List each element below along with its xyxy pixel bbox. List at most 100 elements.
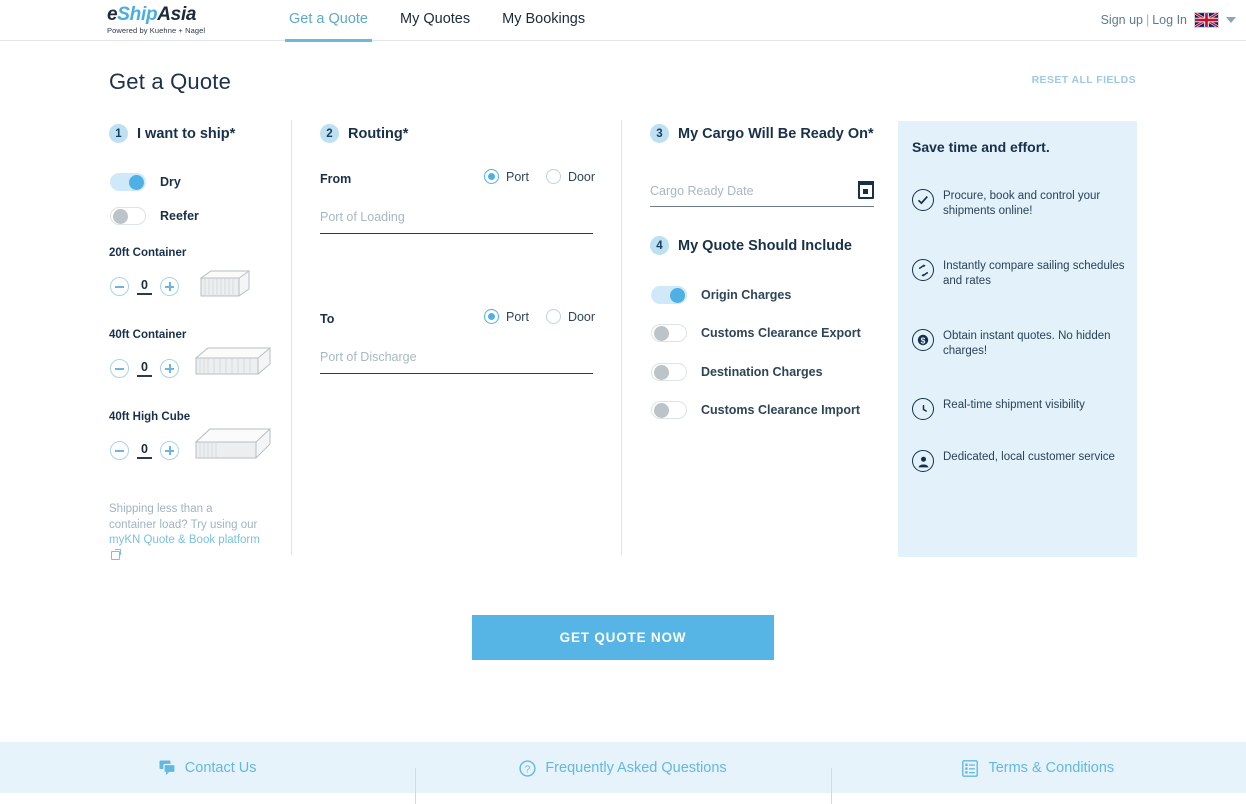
to-door-label: Door (567, 309, 596, 324)
brand-logo[interactable]: eShipAsia Powered by Kuehne + Nagel (107, 5, 227, 36)
toggle-customs-clearance-import[interactable] (651, 401, 687, 419)
container-40ft-hc-value[interactable]: 0 (137, 442, 152, 459)
toggle-destination-charges-row[interactable]: Destination Charges (651, 363, 823, 381)
container-40ft-hc-image (194, 424, 272, 470)
column-divider-2 (621, 120, 622, 555)
footer-links: Contact Us ? Frequently Asked Questions … (0, 742, 1246, 804)
plus-icon[interactable] (159, 277, 179, 296)
account-area: Sign up | Log In (1101, 12, 1236, 28)
toggle-origin-charges-row[interactable]: Origin Charges (651, 286, 791, 304)
port-of-loading-placeholder: Port of Loading (320, 210, 405, 224)
compare-arrows-icon (912, 259, 934, 281)
benefit-text: Dedicated, local customer service (943, 451, 1115, 463)
toggle-customs-clearance-export[interactable] (651, 324, 687, 342)
mykn-platform-link[interactable]: myKN Quote & Book platform (109, 534, 260, 546)
benefit-item-visibility: Real-time shipment visibility (912, 398, 1127, 420)
section-3-header: 3 My Cargo Will Be Ready On* (650, 124, 874, 143)
sign-up-link[interactable]: Sign up (1101, 13, 1143, 27)
reset-all-fields-link[interactable]: RESET ALL FIELDS (1032, 74, 1136, 86)
toggle-dry-row[interactable]: Dry (110, 173, 181, 191)
footer-link-label: Terms & Conditions (988, 759, 1115, 776)
radio-dot (545, 309, 561, 324)
logo-wordmark: eShipAsia (107, 5, 227, 25)
container-40ft-hc-counter[interactable]: 0 (110, 441, 179, 460)
toggle-knob (113, 209, 128, 224)
toggle-knob (654, 403, 669, 418)
benefit-text: Obtain instant quotes. No hidden charges… (943, 330, 1111, 357)
port-of-loading-field[interactable]: Port of Loading (320, 208, 593, 234)
toggle-knob (670, 288, 685, 303)
to-mode-radio-group: Port Door (484, 309, 595, 324)
toggle-reefer[interactable] (110, 207, 146, 225)
nav-tab-get-a-quote[interactable]: Get a Quote (285, 11, 372, 42)
section-2-title: Routing* (348, 125, 409, 142)
container-20ft-counter[interactable]: 0 (110, 277, 179, 296)
toggle-customs-clearance-import-row[interactable]: Customs Clearance Import (651, 401, 860, 419)
to-door-radio[interactable]: Door (545, 309, 596, 324)
chevron-down-icon[interactable] (1226, 17, 1236, 23)
toggle-origin-charges[interactable] (651, 286, 687, 304)
cargo-ready-date-field[interactable]: Cargo Ready Date (650, 181, 874, 207)
footer-link-terms[interactable]: Terms & Conditions (830, 759, 1246, 804)
radio-dot (545, 169, 561, 184)
nav-tab-my-bookings[interactable]: My Bookings (498, 11, 589, 39)
log-in-link[interactable]: Log In (1152, 13, 1187, 27)
to-port-radio[interactable]: Port (484, 309, 529, 324)
footer-link-contact-us[interactable]: Contact Us (0, 760, 415, 776)
clock-icon (912, 398, 934, 420)
container-type-40ft-label: 40ft Container (109, 329, 187, 341)
from-port-radio[interactable]: Port (484, 169, 529, 184)
from-door-radio[interactable]: Door (545, 169, 596, 184)
benefits-panel: Save time and effort. Procure, book and … (898, 121, 1137, 557)
from-label: From (320, 172, 352, 186)
page-title: Get a Quote (109, 69, 232, 94)
logo-ship: Ship (117, 4, 158, 25)
toggle-knob (654, 365, 669, 380)
section-4-number: 4 (650, 236, 669, 255)
toggle-customs-clearance-export-label: Customs Clearance Export (701, 326, 861, 340)
footer-link-faq[interactable]: ? Frequently Asked Questions (415, 760, 830, 804)
calendar-icon[interactable] (858, 181, 874, 199)
container-type-40ft-hc-label: 40ft High Cube (109, 411, 191, 423)
toggle-customs-clearance-import-label: Customs Clearance Import (701, 403, 861, 417)
get-quote-now-button[interactable]: GET QUOTE NOW (472, 615, 774, 660)
main-navigation: Get a Quote My Quotes My Bookings (285, 0, 589, 42)
minus-icon[interactable] (110, 359, 129, 378)
container-20ft-value[interactable]: 0 (137, 278, 152, 295)
logo-e: e (107, 4, 118, 25)
top-header-bar: eShipAsia Powered by Kuehne + Nagel Get … (0, 0, 1246, 42)
column-divider-1 (291, 120, 292, 555)
uk-flag-icon[interactable] (1194, 12, 1219, 28)
plus-icon[interactable] (159, 359, 179, 378)
plus-icon[interactable] (159, 441, 179, 460)
toggle-customs-clearance-export-row[interactable]: Customs Clearance Export (651, 324, 861, 342)
benefit-text: Instantly compare sailing schedules and … (943, 260, 1125, 287)
minus-icon[interactable] (110, 277, 129, 296)
logo-tagline: Powered by Kuehne + Nagel (107, 26, 206, 35)
section-4-header: 4 My Quote Should Include (650, 236, 852, 255)
svg-text:$: $ (921, 335, 926, 345)
toggle-origin-charges-label: Origin Charges (701, 288, 792, 302)
svg-text:?: ? (525, 764, 531, 775)
section-1-header: 1 I want to ship* (109, 124, 235, 143)
nav-tab-my-quotes[interactable]: My Quotes (396, 11, 474, 39)
benefit-item-procure: Procure, book and control your shipments… (912, 189, 1127, 219)
toggle-dry-label: Dry (160, 175, 181, 189)
container-40ft-value[interactable]: 0 (137, 360, 152, 377)
section-4-title: My Quote Should Include (678, 237, 852, 254)
minus-icon[interactable] (110, 441, 129, 460)
dollar-circle-icon: $ (912, 329, 934, 351)
toggle-destination-charges[interactable] (651, 363, 687, 381)
benefit-text: Procure, book and control your shipments… (943, 190, 1101, 217)
section-1-title: I want to ship* (137, 125, 236, 142)
radio-dot (484, 309, 499, 324)
from-door-label: Door (567, 169, 596, 184)
container-40ft-counter[interactable]: 0 (110, 359, 179, 378)
container-20ft-image (199, 266, 251, 306)
toggle-knob (129, 175, 144, 190)
port-of-discharge-field[interactable]: Port of Discharge (320, 348, 593, 374)
footer-link-label: Contact Us (184, 759, 257, 776)
toggle-dry[interactable] (110, 173, 146, 191)
toggle-reefer-row[interactable]: Reefer (110, 207, 199, 225)
toggle-knob (654, 326, 669, 341)
